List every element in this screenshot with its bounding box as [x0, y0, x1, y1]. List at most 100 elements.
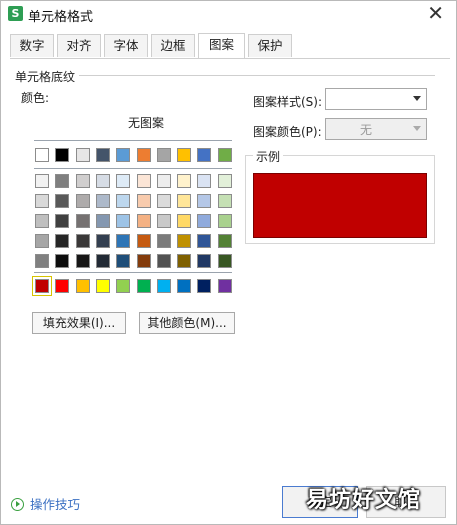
color-swatch[interactable] [177, 214, 191, 228]
color-swatch[interactable] [116, 234, 130, 248]
color-swatch[interactable] [55, 279, 69, 293]
color-swatch[interactable] [137, 174, 151, 188]
color-swatch[interactable] [157, 279, 171, 293]
fill-effects-button[interactable]: 填充效果(I)... [32, 312, 126, 334]
color-swatch[interactable] [157, 194, 171, 208]
color-swatch[interactable] [32, 276, 52, 296]
color-swatch[interactable] [137, 194, 151, 208]
color-swatch[interactable] [177, 279, 191, 293]
color-swatch[interactable] [55, 234, 69, 248]
help-link[interactable]: 操作技巧 [11, 494, 80, 513]
color-swatch[interactable] [197, 254, 211, 268]
color-swatch[interactable] [76, 174, 90, 188]
color-swatch[interactable] [116, 148, 130, 162]
color-swatch[interactable] [197, 234, 211, 248]
tab-number[interactable]: 数字 [10, 34, 54, 57]
color-swatch[interactable] [157, 148, 171, 162]
color-swatch[interactable] [137, 148, 151, 162]
color-swatch[interactable] [218, 148, 232, 162]
color-swatch[interactable] [116, 194, 130, 208]
tab-border[interactable]: 边框 [151, 34, 195, 57]
color-swatch[interactable] [218, 174, 232, 188]
color-swatch[interactable] [218, 234, 232, 248]
color-swatch[interactable] [35, 234, 49, 248]
color-swatch[interactable] [76, 254, 90, 268]
color-swatch[interactable] [197, 214, 211, 228]
more-colors-button[interactable]: 其他颜色(M)... [139, 312, 235, 334]
pattern-color-dropdown[interactable]: 无 [325, 118, 427, 140]
color-swatch[interactable] [55, 254, 69, 268]
color-swatch[interactable] [218, 194, 232, 208]
color-swatch[interactable] [76, 214, 90, 228]
color-swatch[interactable] [116, 254, 130, 268]
color-swatch[interactable] [55, 174, 69, 188]
chevron-down-icon [413, 126, 421, 131]
color-swatch[interactable] [116, 279, 130, 293]
color-swatch[interactable] [96, 214, 110, 228]
pattern-style-dropdown[interactable] [325, 88, 427, 110]
shading-group-label: 单元格底纹 [15, 70, 76, 84]
pattern-color-label: 图案颜色(P): [253, 125, 322, 139]
cell-format-dialog: S 单元格格式 ✕ 数字 对齐 字体 边框 图案 保护 单元格底纹 颜色: 无图… [0, 0, 457, 525]
color-swatch[interactable] [137, 254, 151, 268]
color-swatch[interactable] [157, 214, 171, 228]
color-swatch[interactable] [218, 214, 232, 228]
sample-label: 示例 [253, 148, 284, 165]
tab-bar: 数字 对齐 字体 边框 图案 保护 [10, 33, 450, 59]
close-icon[interactable]: ✕ [427, 2, 444, 24]
color-swatch[interactable] [35, 148, 49, 162]
dialog-title: 单元格格式 [28, 10, 94, 25]
color-swatch[interactable] [96, 234, 110, 248]
color-swatch[interactable] [197, 148, 211, 162]
chevron-down-icon [413, 96, 421, 101]
no-pattern-option[interactable]: 无图案 [91, 114, 201, 131]
tab-patterns[interactable]: 图案 [198, 33, 245, 58]
color-swatch[interactable] [177, 234, 191, 248]
color-swatch[interactable] [197, 194, 211, 208]
color-swatch[interactable] [218, 254, 232, 268]
color-swatch[interactable] [76, 279, 90, 293]
color-swatch[interactable] [35, 254, 49, 268]
color-swatch[interactable] [137, 214, 151, 228]
title-bar[interactable]: S 单元格格式 ✕ [1, 1, 456, 27]
color-swatch[interactable] [116, 174, 130, 188]
color-swatch[interactable] [96, 279, 110, 293]
color-swatch[interactable] [197, 279, 211, 293]
color-swatch[interactable] [76, 148, 90, 162]
color-swatch[interactable] [137, 234, 151, 248]
color-swatch[interactable] [96, 194, 110, 208]
color-swatch[interactable] [157, 234, 171, 248]
color-swatch[interactable] [76, 234, 90, 248]
color-swatch[interactable] [157, 174, 171, 188]
tab-alignment[interactable]: 对齐 [57, 34, 101, 57]
tab-protection[interactable]: 保护 [248, 34, 292, 57]
group-divider [79, 75, 435, 76]
color-swatch[interactable] [137, 279, 151, 293]
sample-preview [253, 173, 427, 238]
color-swatch[interactable] [116, 214, 130, 228]
color-swatch[interactable] [218, 279, 232, 293]
palette-separator [34, 140, 232, 141]
color-swatch[interactable] [177, 148, 191, 162]
color-swatch[interactable] [55, 194, 69, 208]
help-label: 操作技巧 [30, 497, 81, 512]
color-swatch[interactable] [157, 254, 171, 268]
color-swatch[interactable] [35, 194, 49, 208]
color-swatch[interactable] [96, 148, 110, 162]
palette-separator [34, 168, 232, 169]
color-swatch[interactable] [76, 194, 90, 208]
color-swatch[interactable] [55, 214, 69, 228]
color-swatch[interactable] [35, 174, 49, 188]
color-swatch[interactable] [35, 214, 49, 228]
tab-font[interactable]: 字体 [104, 34, 148, 57]
pattern-style-label: 图案样式(S): [253, 95, 323, 109]
color-swatch[interactable] [96, 254, 110, 268]
color-swatch[interactable] [197, 174, 211, 188]
play-icon [11, 498, 24, 511]
color-swatch[interactable] [55, 148, 69, 162]
color-swatch[interactable] [177, 174, 191, 188]
color-swatch[interactable] [177, 194, 191, 208]
color-swatch[interactable] [177, 254, 191, 268]
color-swatch[interactable] [96, 174, 110, 188]
palette-separator [34, 272, 232, 273]
